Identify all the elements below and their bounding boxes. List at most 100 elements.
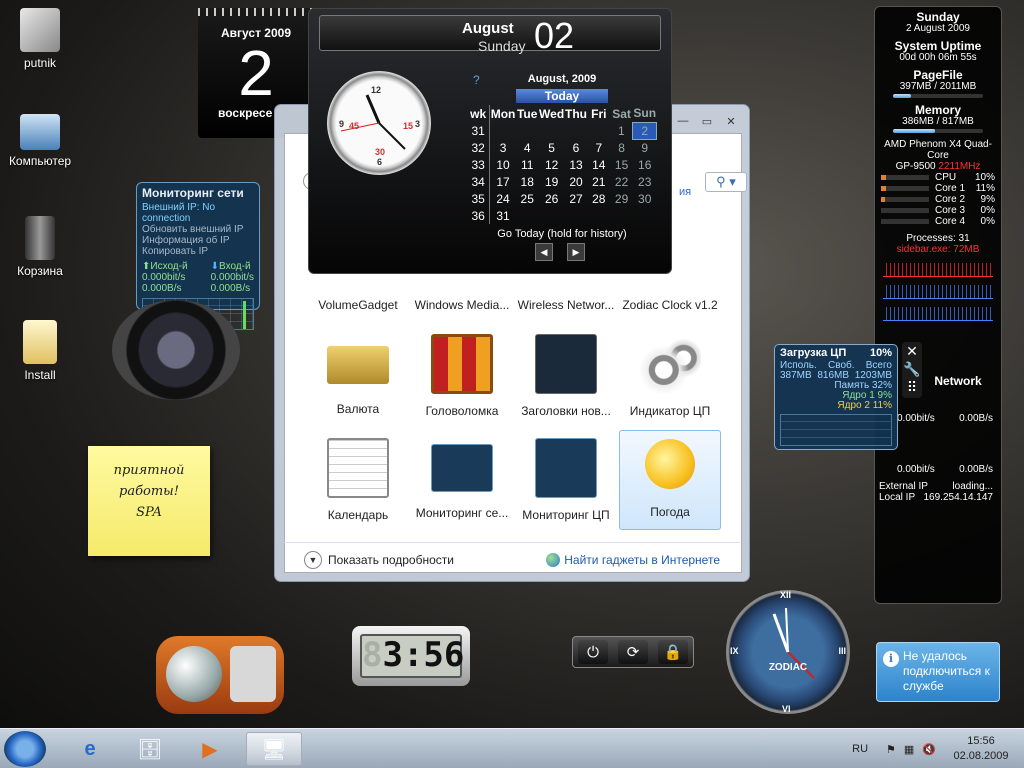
taskbar-ie[interactable]: e — [62, 732, 118, 766]
get-gadgets-online-link[interactable]: Найти гаджеты в Интернете — [546, 552, 720, 567]
calendar-day-cell[interactable]: 5 — [539, 139, 565, 156]
prev-month-button[interactable]: ◀ — [535, 243, 553, 261]
wrench-icon[interactable]: 🔧 — [902, 360, 922, 378]
pagefile-bar — [893, 94, 983, 98]
taskbar-media-player[interactable]: ▶ — [182, 732, 238, 766]
calendar-day-cell[interactable]: 21 — [587, 173, 610, 190]
calendar-day-cell[interactable]: 6 — [565, 139, 588, 156]
go-today-footer[interactable]: Go Today (hold for history) — [467, 228, 657, 240]
control-strip[interactable]: ⏻ ⟳ 🔒 — [572, 636, 694, 668]
gadget-tile-cpu-meter[interactable]: Индикатор ЦП — [619, 334, 721, 418]
calendar-day-cell[interactable]: 22 — [610, 173, 633, 190]
gadget-tile-cpu-monitor[interactable]: Мониторинг ЦП — [515, 438, 617, 522]
copy-ip-link[interactable]: Копировать IP — [142, 246, 254, 257]
gadget-tile-puzzle[interactable]: Головоломка — [411, 334, 513, 418]
calendar-week-row: 33 10 11 12 13 14 15 16 — [467, 156, 657, 173]
desktop-icon-computer[interactable]: Компьютер — [0, 114, 80, 168]
calendar-day-cell[interactable]: 20 — [565, 173, 588, 190]
desktop-icon-recycle-bin[interactable]: Корзина — [0, 216, 80, 278]
radio-gadget[interactable] — [156, 636, 284, 714]
notification-bubble[interactable]: i Не удалось подключиться к службе — [876, 642, 1000, 702]
pagefile-label: PageFile — [913, 68, 963, 82]
calendar-day-cell[interactable]: 15 — [610, 156, 633, 173]
cpu-load-gadget[interactable]: Загрузка ЦП 10% Исполь. Своб. Всего 387MB 81… — [774, 344, 898, 450]
ip-info-link[interactable]: Информация об IP — [142, 235, 254, 246]
gadget-tile-calendar[interactable]: Календарь — [307, 438, 409, 522]
search-input[interactable]: ⚲ ▾ — [705, 172, 747, 192]
calendar-day-cell[interactable]: 14 — [587, 156, 610, 173]
taskbar-explorer[interactable]: 🗄 — [122, 732, 178, 766]
calendar-day-cell[interactable]: 18 — [516, 173, 539, 190]
flag-icon[interactable]: ⚑ — [886, 743, 896, 756]
memory-bar — [893, 129, 983, 133]
next-month-button[interactable]: ▶ — [567, 243, 585, 261]
close-window-icon[interactable]: ✕ — [721, 115, 741, 129]
calendar-day-cell[interactable]: 12 — [539, 156, 565, 173]
action-center-icon[interactable]: ▦ — [904, 743, 914, 756]
gadget-name: Windows Media... — [414, 298, 510, 312]
sticky-note-gadget[interactable]: приятной работы! SPA — [88, 446, 210, 556]
lock-icon[interactable]: 🔒 — [658, 640, 688, 664]
network-monitor-gadget[interactable]: Мониторинг сети Внешний IP: No connectio… — [136, 182, 260, 330]
desktop-icon-install[interactable]: Install — [0, 320, 80, 382]
calendar-day-cell[interactable]: 11 — [516, 156, 539, 173]
external-ip-value: loading... — [952, 481, 993, 492]
calendar-day-cell[interactable]: 13 — [565, 156, 588, 173]
calendar-day-cell[interactable]: 9 — [633, 139, 657, 156]
gadget-tile-currency[interactable]: Валюта — [307, 334, 409, 416]
language-indicator[interactable]: RU — [852, 743, 868, 755]
calendar-day-cell[interactable]: 10 — [490, 156, 516, 173]
start-button[interactable] — [4, 731, 46, 767]
zodiac-clock-gadget[interactable]: XII III VI IX ZODIAC — [726, 590, 850, 714]
digital-clock-gadget[interactable]: 83:56 — [352, 626, 470, 686]
help-icon[interactable]: ? — [473, 73, 480, 87]
calendar-day-cell[interactable]: 8 — [610, 139, 633, 156]
calendar-day-cell — [610, 207, 633, 224]
week-number: 34 — [467, 173, 491, 190]
calendar-day-cell[interactable]: 29 — [610, 190, 633, 207]
volume-muted-icon[interactable]: 🔇 — [922, 743, 936, 756]
gallery-side-link[interactable]: ия — [679, 186, 691, 198]
desktop-icon-putnik[interactable]: putnik — [0, 8, 80, 70]
calendar-day-cell[interactable]: 24 — [490, 190, 516, 207]
refresh-ip-link[interactable]: Обновить внешний IP — [142, 224, 254, 235]
calendar-day-cell[interactable]: 19 — [539, 173, 565, 190]
taskbar-gadgets[interactable]: 🖥 — [246, 732, 302, 766]
calendar-day-cell[interactable]: 17 — [490, 173, 516, 190]
core-row: Core 2 9% — [875, 194, 1001, 205]
power-icon[interactable]: ⏻ — [578, 640, 608, 664]
calendar-clock-gadget[interactable]: August Sunday 02 12 3 6 9 15 30 45 ? Aug… — [308, 8, 672, 274]
calendar-day-cell[interactable]: 2 — [632, 121, 657, 140]
calendar-day-cell[interactable]: 27 — [565, 190, 588, 207]
calendar-day-cell[interactable]: 16 — [633, 156, 657, 173]
close-icon[interactable]: ✕ — [902, 342, 922, 360]
minimize-icon[interactable]: — — [673, 115, 693, 129]
calendar-day-cell[interactable]: 31 — [490, 207, 516, 224]
maximize-icon[interactable]: ▭ — [697, 115, 717, 129]
calendar-day-cell[interactable]: 30 — [633, 190, 657, 207]
show-details-button[interactable]: ▼ Показать подробности — [304, 550, 454, 569]
calendar-day-cell[interactable]: 25 — [516, 190, 539, 207]
system-monitor-sidebar[interactable]: Sunday 2 August 2009 System Uptime 00d 0… — [874, 6, 1002, 604]
refresh-icon[interactable]: ⟳ — [618, 640, 648, 664]
download-arrow-icon: ⬇ — [210, 261, 220, 272]
taskbar-clock[interactable]: 15:56 02.08.2009 — [950, 734, 1012, 764]
gadget-side-controls[interactable]: ✕ 🔧 ⠿ — [902, 342, 922, 398]
calendar-day-cell[interactable]: 3 — [490, 139, 516, 156]
weekday-header: Thu — [565, 106, 588, 121]
gallery-footer: ▼ Показать подробности Найти гаджеты в Ин… — [284, 542, 740, 576]
calendar-day-cell[interactable]: 4 — [516, 139, 539, 156]
calendar-day-cell[interactable]: 1 — [610, 122, 633, 139]
gadget-tile-weather[interactable]: Погода — [619, 430, 721, 530]
today-button[interactable]: Today — [516, 89, 608, 103]
drag-handle-icon[interactable]: ⠿ — [902, 378, 922, 396]
calendar-day-cell[interactable]: 7 — [587, 139, 610, 156]
calendar-day-cell[interactable]: 26 — [539, 190, 565, 207]
calendar-day-cell[interactable]: 28 — [587, 190, 610, 207]
volume-knob-gadget[interactable] — [112, 300, 240, 400]
calendar-day-cell[interactable]: 23 — [633, 173, 657, 190]
gadget-tile-news[interactable]: Заголовки нов... — [515, 334, 617, 418]
radio-dial[interactable] — [166, 646, 222, 702]
gadget-tile-network-monitor[interactable]: Мониторинг се... — [411, 438, 513, 520]
radio-buttons-panel[interactable] — [230, 646, 276, 702]
